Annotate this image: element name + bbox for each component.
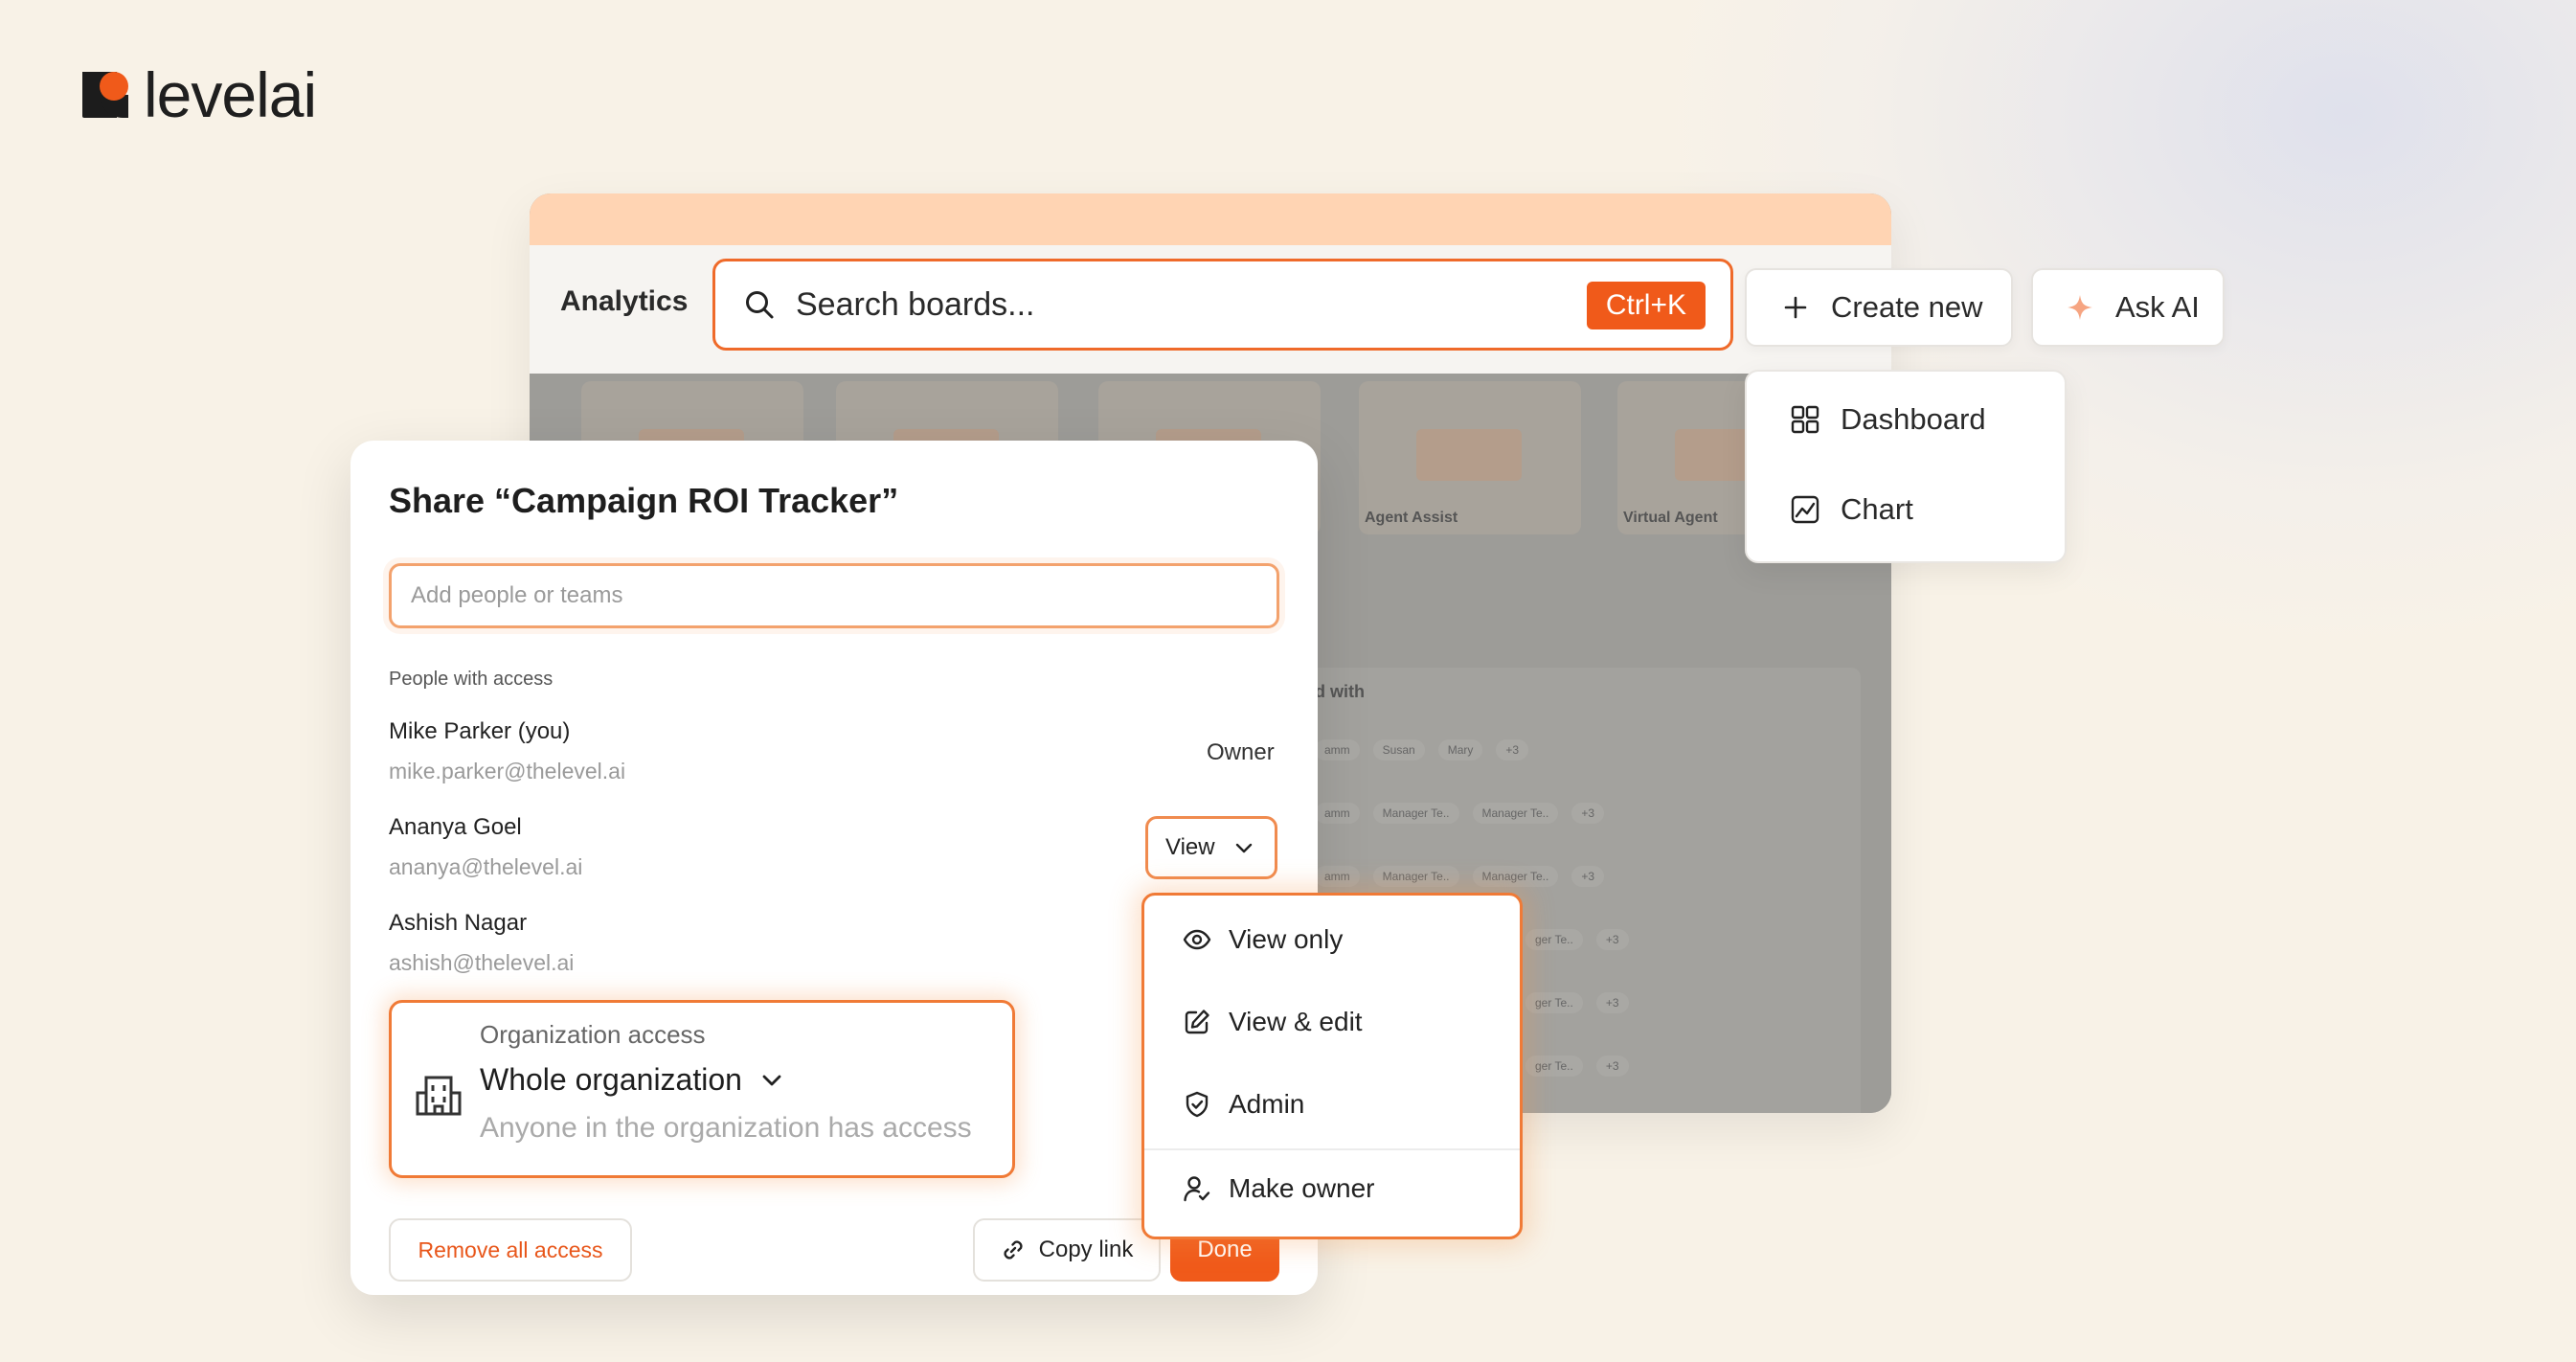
menu-item-view-only[interactable]: View only [1183, 924, 1343, 955]
person-email: mike.parker@thelevel.ai [389, 759, 626, 783]
shield-icon [1183, 1090, 1211, 1119]
dialog-title: Share “Campaign ROI Tracker” [389, 481, 899, 520]
organization-access-box[interactable]: Organization access Whole organization A… [389, 1000, 1015, 1178]
chevron-down-icon [757, 1066, 786, 1095]
plus-icon [1781, 293, 1810, 322]
chip: ger Te.. [1525, 929, 1583, 950]
brand-name: levelai [144, 59, 317, 130]
grid-icon [1789, 403, 1821, 436]
table-row: amm Manager Te.. Manager Te.. +3 [1315, 803, 1605, 824]
person-name: Ananya Goel [389, 814, 522, 840]
chip: Manager Te.. [1372, 866, 1459, 887]
permission-menu: View only View & edit Admin Make owner [1141, 893, 1523, 1239]
chip: amm [1315, 866, 1360, 887]
chip: +3 [1595, 992, 1629, 1013]
brand-logo: levelai [82, 59, 317, 130]
search-icon [744, 289, 775, 320]
add-people-input[interactable] [389, 563, 1279, 628]
app-title: Analytics [560, 285, 689, 317]
table-row: ger Te.. +3 [1525, 929, 1629, 950]
org-access-value: Whole organization [480, 1062, 742, 1097]
menu-item-chart[interactable]: Chart [1789, 492, 1913, 527]
org-access-dropdown[interactable]: Whole organization [480, 1062, 786, 1098]
sparkle-icon [2066, 293, 2094, 322]
levelai-logo-icon [82, 72, 128, 118]
user-check-icon [1183, 1174, 1211, 1203]
remove-all-access-button[interactable]: Remove all access [389, 1218, 632, 1282]
owner-role-label: Owner [1207, 739, 1275, 765]
create-new-menu: Dashboard Chart [1745, 370, 2067, 563]
person-email: ashish@thelevel.ai [389, 950, 575, 975]
person-row: Mike Parker (you) mike.parker@thelevel.a… [389, 718, 625, 784]
menu-item-view-edit[interactable]: View & edit [1183, 1007, 1363, 1037]
menu-item-make-owner[interactable]: Make owner [1183, 1173, 1375, 1204]
chip: +3 [1571, 866, 1605, 887]
create-new-label: Create new [1831, 290, 1983, 324]
chip: +3 [1571, 803, 1605, 824]
table-row: amm Manager Te.. Manager Te.. +3 [1315, 866, 1605, 887]
chip: ger Te.. [1525, 992, 1583, 1013]
person-email: ananya@thelevel.ai [389, 854, 583, 879]
board-label-virtual-agent: Virtual Agent [1623, 510, 1718, 526]
menu-item-dashboard[interactable]: Dashboard [1789, 402, 1986, 437]
chip: Manager Te.. [1372, 803, 1459, 824]
org-access-label: Organization access [480, 1020, 706, 1049]
person-row: Ananya Goel ananya@thelevel.ai [389, 814, 582, 880]
edit-icon [1183, 1008, 1211, 1036]
role-dropdown-value: View [1165, 834, 1215, 860]
chip: +3 [1496, 739, 1529, 760]
chart-icon [1789, 493, 1821, 526]
person-name: Ashish Nagar [389, 910, 528, 936]
menu-item-admin[interactable]: Admin [1183, 1089, 1304, 1120]
person-name: Mike Parker (you) [389, 718, 571, 744]
ask-ai-button[interactable]: Ask AI [2031, 268, 2225, 347]
chip: Manager Te.. [1472, 803, 1559, 824]
table-row: ger Te.. +3 [1525, 1056, 1629, 1077]
chip: Mary [1437, 739, 1483, 760]
chip: amm [1315, 803, 1360, 824]
chip: amm [1315, 739, 1360, 760]
role-dropdown[interactable]: View [1145, 816, 1277, 879]
table-header: d with [1315, 682, 1365, 701]
chip: +3 [1595, 1056, 1629, 1077]
menu-item-label: Chart [1841, 492, 1913, 526]
people-with-access-label: People with access [389, 669, 554, 690]
search-shortcut-badge: Ctrl+K [1586, 282, 1706, 329]
menu-item-label: Make owner [1229, 1173, 1375, 1203]
chip: Manager Te.. [1472, 866, 1559, 887]
building-icon [415, 1072, 463, 1120]
person-row: Ashish Nagar ashish@thelevel.ai [389, 910, 574, 976]
search-placeholder: Search boards... [796, 285, 1035, 323]
menu-item-label: Dashboard [1841, 402, 1986, 436]
create-new-button[interactable]: Create new [1745, 268, 2013, 347]
copy-link-label: Copy link [1038, 1237, 1134, 1262]
chip: Susan [1372, 739, 1425, 760]
link-icon [1001, 1237, 1026, 1262]
eye-icon [1183, 925, 1211, 954]
window-title-bar [530, 193, 1891, 245]
table-row: amm Susan Mary +3 [1315, 739, 1529, 760]
chip: ger Te.. [1525, 1056, 1583, 1077]
table-row: ger Te.. +3 [1525, 992, 1629, 1013]
menu-item-label: Admin [1229, 1089, 1305, 1119]
copy-link-button[interactable]: Copy link [973, 1218, 1161, 1282]
chip: +3 [1595, 929, 1629, 950]
menu-divider [1144, 1148, 1520, 1150]
menu-item-label: View only [1229, 924, 1344, 954]
org-access-description: Anyone in the organization has access [480, 1112, 972, 1144]
menu-item-label: View & edit [1229, 1007, 1363, 1036]
search-boards-input[interactable]: Search boards... Ctrl+K [712, 259, 1733, 351]
board-label-agent-assist: Agent Assist [1365, 510, 1458, 526]
chevron-down-icon [1232, 836, 1255, 859]
ask-ai-label: Ask AI [2115, 290, 2200, 324]
